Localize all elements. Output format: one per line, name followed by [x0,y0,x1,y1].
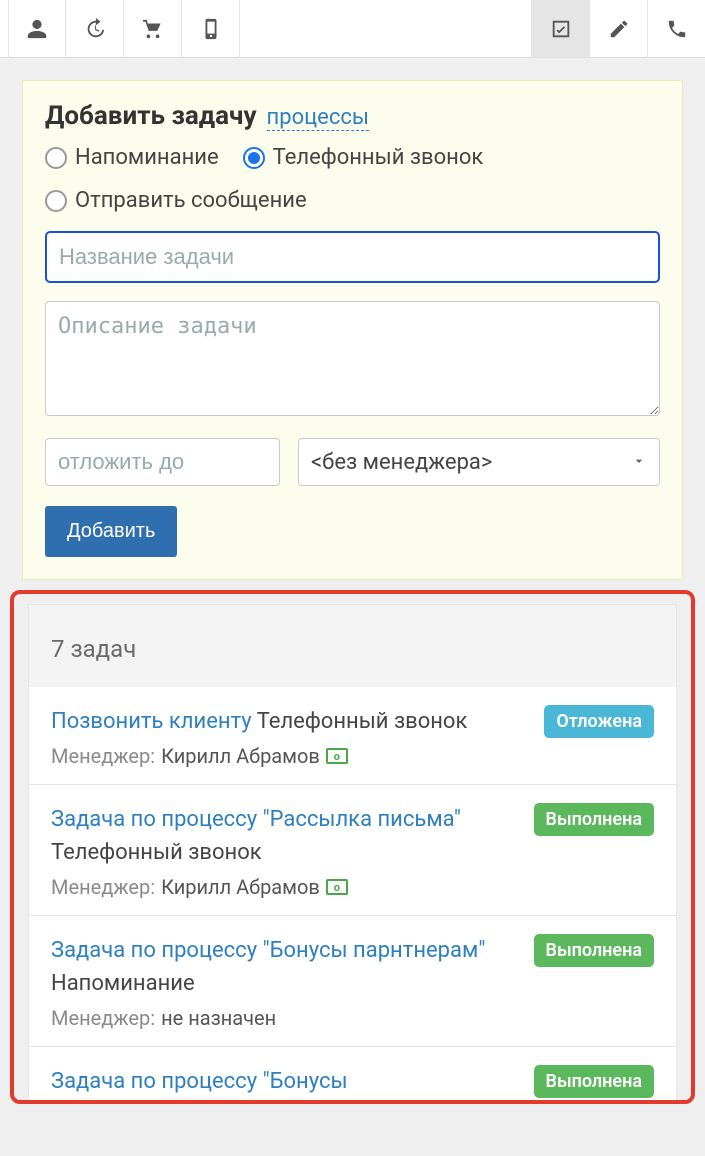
check-icon[interactable] [531,0,589,57]
radio-label: Телефонный звонок [273,145,484,170]
task-row[interactable]: Задача по процессу "Рассылка письма" Тел… [28,785,677,916]
radio-icon [243,147,265,169]
processes-link[interactable]: процессы [267,105,369,131]
pencil-icon[interactable] [589,0,647,57]
add-task-panel: Добавить задачу процессы Напоминание Тел… [22,80,683,580]
status-badge: Выполнена [534,934,654,967]
manager-name: Кирилл Абрамов [161,875,320,899]
radio-icon [45,190,67,212]
task-title: Задача по процессу "Рассылка письма" Тел… [51,803,522,869]
form-title: Добавить задачу [45,101,257,131]
postpone-until-input[interactable] [45,438,280,486]
chevron-down-icon [631,450,647,475]
manager-label: Менеджер: [51,875,155,899]
toolbar-right [531,0,705,57]
radio-label: Отправить сообщение [75,188,307,213]
task-meta: Менеджер: Кирилл Абрамов o [51,875,522,899]
toolbar-left [8,0,240,57]
task-type-radio-group: Напоминание Телефонный звонок Отправить … [45,145,660,213]
task-link[interactable]: Задача по процессу "Бонусы парнтнерам" [51,938,485,963]
task-body: Позвонить клиенту Телефонный звонок Мене… [51,705,532,768]
task-link[interactable]: Позвонить клиенту [51,709,252,734]
task-row[interactable]: Задача по процессу "Бонусы Выполнена [28,1047,677,1100]
radio-option-reminder[interactable]: Напоминание [45,145,219,170]
form-panel-wrap: Добавить задачу процессы Напоминание Тел… [0,58,705,590]
task-title: Задача по процессу "Бонусы парнтнерам" Н… [51,934,522,1000]
task-type: Телефонный звонок [257,709,468,734]
task-meta: Менеджер: не назначен [51,1006,522,1030]
form-title-row: Добавить задачу процессы [45,101,660,131]
task-link[interactable]: Задача по процессу "Бонусы [51,1069,348,1094]
task-meta: Менеджер: Кирилл Абрамов o [51,744,532,768]
task-row[interactable]: Позвонить клиенту Телефонный звонок Мене… [28,687,677,785]
task-list-highlighted: 7 задач Позвонить клиенту Телефонный зво… [10,590,695,1104]
task-row[interactable]: Задача по процессу "Бонусы парнтнерам" Н… [28,916,677,1047]
add-button[interactable]: Добавить [45,506,177,557]
manager-select[interactable]: <без менеджера> [298,438,660,486]
task-type: Телефонный звонок [51,840,262,865]
radio-label: Напоминание [75,145,219,170]
manager-select-value: <без менеджера> [311,450,492,475]
task-name-input[interactable] [45,231,660,283]
money-icon: o [326,879,348,895]
task-title: Задача по процессу "Бонусы [51,1065,522,1098]
radio-icon [45,147,67,169]
task-body: Задача по процессу "Бонусы [51,1065,522,1098]
task-title: Позвонить клиенту Телефонный звонок [51,705,532,738]
mobile-icon[interactable] [182,0,240,57]
task-type: Напоминание [51,971,195,996]
task-body: Задача по процессу "Бонусы парнтнерам" Н… [51,934,522,1030]
form-row-postpone-manager: <без менеджера> [45,438,660,486]
manager-label: Менеджер: [51,744,155,768]
cart-icon[interactable] [124,0,182,57]
history-icon[interactable] [66,0,124,57]
task-link[interactable]: Задача по процессу "Рассылка письма" [51,807,461,832]
radio-option-phone-call[interactable]: Телефонный звонок [243,145,484,170]
manager-name: Кирилл Абрамов [161,744,320,768]
status-badge: Выполнена [534,1065,654,1098]
manager-name: не назначен [161,1006,276,1030]
manager-label: Менеджер: [51,1006,155,1030]
top-toolbar [0,0,705,58]
user-icon[interactable] [8,0,66,57]
phone-icon[interactable] [647,0,705,57]
status-badge: Выполнена [534,803,654,836]
task-body: Задача по процессу "Рассылка письма" Тел… [51,803,522,899]
status-badge: Отложена [544,705,654,738]
task-description-input[interactable] [45,301,660,416]
money-icon: o [326,748,348,764]
task-count-header: 7 задач [28,604,677,687]
radio-option-send-message[interactable]: Отправить сообщение [45,188,307,213]
